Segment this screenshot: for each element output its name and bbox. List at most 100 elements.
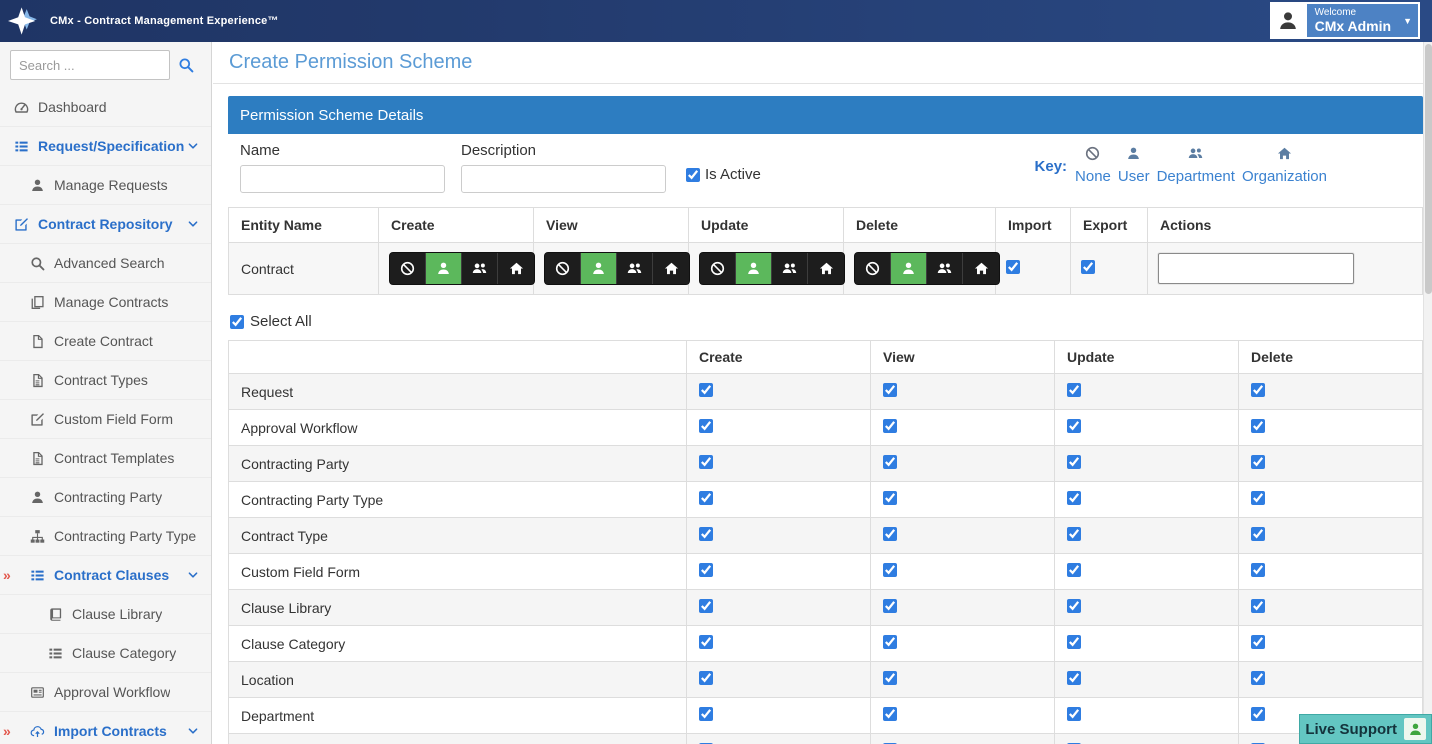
entity-name: Contract [228, 242, 379, 295]
description-input[interactable] [461, 165, 666, 193]
contracting-party-view-checkbox[interactable] [883, 455, 897, 469]
custom-field-form-update-checkbox[interactable] [1067, 563, 1081, 577]
actions-input[interactable] [1158, 253, 1354, 284]
contract-type-create-checkbox[interactable] [699, 527, 713, 541]
clause-category-view-checkbox[interactable] [883, 635, 897, 649]
sidebar-item-advanced-search[interactable]: Advanced Search [0, 244, 211, 283]
update-scope-user-button[interactable] [736, 253, 772, 284]
permission-row-department: Department [228, 697, 1423, 734]
scrollbar-thumb[interactable] [1425, 44, 1432, 294]
sidebar-item-approval-workflow[interactable]: Approval Workflow [0, 673, 211, 712]
copy-icon [30, 295, 45, 310]
location-create-checkbox[interactable] [699, 671, 713, 685]
contracting-party-type-view-checkbox[interactable] [883, 491, 897, 505]
department-delete-checkbox[interactable] [1251, 707, 1265, 721]
approval-workflow-view-checkbox[interactable] [883, 419, 897, 433]
is-active-checkbox[interactable] [686, 167, 700, 182]
view-scope-user-button[interactable] [581, 253, 617, 284]
contracting-party-create-checkbox[interactable] [699, 455, 713, 469]
location-view-checkbox[interactable] [883, 671, 897, 685]
permission-row-label: Contracting Party Type [228, 481, 687, 518]
page-header: Create Permission Scheme [213, 42, 1432, 84]
view-scope-none-button[interactable] [545, 253, 581, 284]
clause-category-update-checkbox[interactable] [1067, 635, 1081, 649]
clause-library-update-checkbox[interactable] [1067, 599, 1081, 613]
contracting-party-type-delete-checkbox[interactable] [1251, 491, 1265, 505]
select-all-checkbox[interactable] [230, 314, 244, 329]
sidebar-item-contract-clauses[interactable]: » Contract Clauses [0, 556, 211, 595]
sidebar-item-contract-templates[interactable]: Contract Templates [0, 439, 211, 478]
clause-category-create-checkbox[interactable] [699, 635, 713, 649]
sidebar-item-request-specification[interactable]: Request/Specification [0, 127, 211, 166]
sidebar-item-create-contract[interactable]: Create Contract [0, 322, 211, 361]
clause-category-delete-checkbox[interactable] [1251, 635, 1265, 649]
request-create-checkbox[interactable] [699, 383, 713, 397]
contracting-party-type-create-checkbox[interactable] [699, 491, 713, 505]
sidebar-item-dashboard[interactable]: Dashboard [0, 88, 211, 127]
location-delete-checkbox[interactable] [1251, 671, 1265, 685]
sidebar-item-contracting-party[interactable]: Contracting Party [0, 478, 211, 517]
vertical-scrollbar[interactable] [1423, 42, 1432, 744]
contracting-party-update-checkbox[interactable] [1067, 455, 1081, 469]
view-scope-organization-button[interactable] [653, 253, 689, 284]
is-active-label: Is Active [705, 166, 761, 183]
delete-scope-none-button[interactable] [855, 253, 891, 284]
live-support-button[interactable]: Live Support [1299, 714, 1432, 744]
approval-workflow-delete-checkbox[interactable] [1251, 419, 1265, 433]
delete-scope-user-button[interactable] [891, 253, 927, 284]
contract-type-view-checkbox[interactable] [883, 527, 897, 541]
key-item-none: None [1075, 142, 1111, 185]
location-update-checkbox[interactable] [1067, 671, 1081, 685]
clause-library-delete-checkbox[interactable] [1251, 599, 1265, 613]
sidebar-item-import-contracts[interactable]: » Import Contracts [0, 712, 211, 744]
permission-row-label: Department [228, 697, 687, 734]
approval-workflow-update-checkbox[interactable] [1067, 419, 1081, 433]
import-checkbox[interactable] [1006, 260, 1020, 274]
department-view-checkbox[interactable] [883, 707, 897, 721]
contracting-party-type-update-checkbox[interactable] [1067, 491, 1081, 505]
contract-type-update-checkbox[interactable] [1067, 527, 1081, 541]
search-input[interactable] [10, 50, 170, 80]
request-update-checkbox[interactable] [1067, 383, 1081, 397]
sidebar-item-contracting-party-type[interactable]: Contracting Party Type [0, 517, 211, 556]
request-delete-checkbox[interactable] [1251, 383, 1265, 397]
sidebar-item-manage-contracts[interactable]: Manage Contracts [0, 283, 211, 322]
request-view-checkbox[interactable] [883, 383, 897, 397]
sidebar-item-custom-field-form[interactable]: Custom Field Form [0, 400, 211, 439]
name-input[interactable] [240, 165, 445, 193]
custom-field-form-view-checkbox[interactable] [883, 563, 897, 577]
clause-library-create-checkbox[interactable] [699, 599, 713, 613]
delete-scope-organization-button[interactable] [963, 253, 999, 284]
export-checkbox[interactable] [1081, 260, 1095, 274]
custom-field-form-create-checkbox[interactable] [699, 563, 713, 577]
clause-library-view-checkbox[interactable] [883, 599, 897, 613]
approval-workflow-create-checkbox[interactable] [699, 419, 713, 433]
select-all-label: Select All [250, 313, 312, 330]
key-item-label: Department [1156, 168, 1235, 185]
filetext-icon [30, 373, 45, 388]
contracting-party-delete-checkbox[interactable] [1251, 455, 1265, 469]
sidebar-item-clause-library[interactable]: Clause Library [0, 595, 211, 634]
sidebar-item-label: Create Contract [54, 333, 153, 349]
sidebar-item-clause-category[interactable]: Clause Category [0, 634, 211, 673]
custom-field-form-delete-checkbox[interactable] [1251, 563, 1265, 577]
delete-scope-department-button[interactable] [927, 253, 963, 284]
create-scope-organization-button[interactable] [498, 253, 534, 284]
sidebar-item-contract-types[interactable]: Contract Types [0, 361, 211, 400]
update-scope-none-button[interactable] [700, 253, 736, 284]
create-scope-department-button[interactable] [462, 253, 498, 284]
department-update-checkbox[interactable] [1067, 707, 1081, 721]
key-item-label: None [1075, 168, 1111, 185]
contract-type-delete-checkbox[interactable] [1251, 527, 1265, 541]
sidebar-item-contract-repository[interactable]: Contract Repository [0, 205, 211, 244]
update-scope-organization-button[interactable] [808, 253, 844, 284]
create-scope-none-button[interactable] [390, 253, 426, 284]
search-icon[interactable] [178, 57, 194, 73]
permission-row-contract-type: Contract Type [228, 517, 1423, 554]
user-menu[interactable]: Welcome CMx Admin ▼ [1269, 2, 1420, 39]
update-scope-department-button[interactable] [772, 253, 808, 284]
create-scope-user-button[interactable] [426, 253, 462, 284]
sidebar-item-manage-requests[interactable]: Manage Requests [0, 166, 211, 205]
view-scope-department-button[interactable] [617, 253, 653, 284]
department-create-checkbox[interactable] [699, 707, 713, 721]
